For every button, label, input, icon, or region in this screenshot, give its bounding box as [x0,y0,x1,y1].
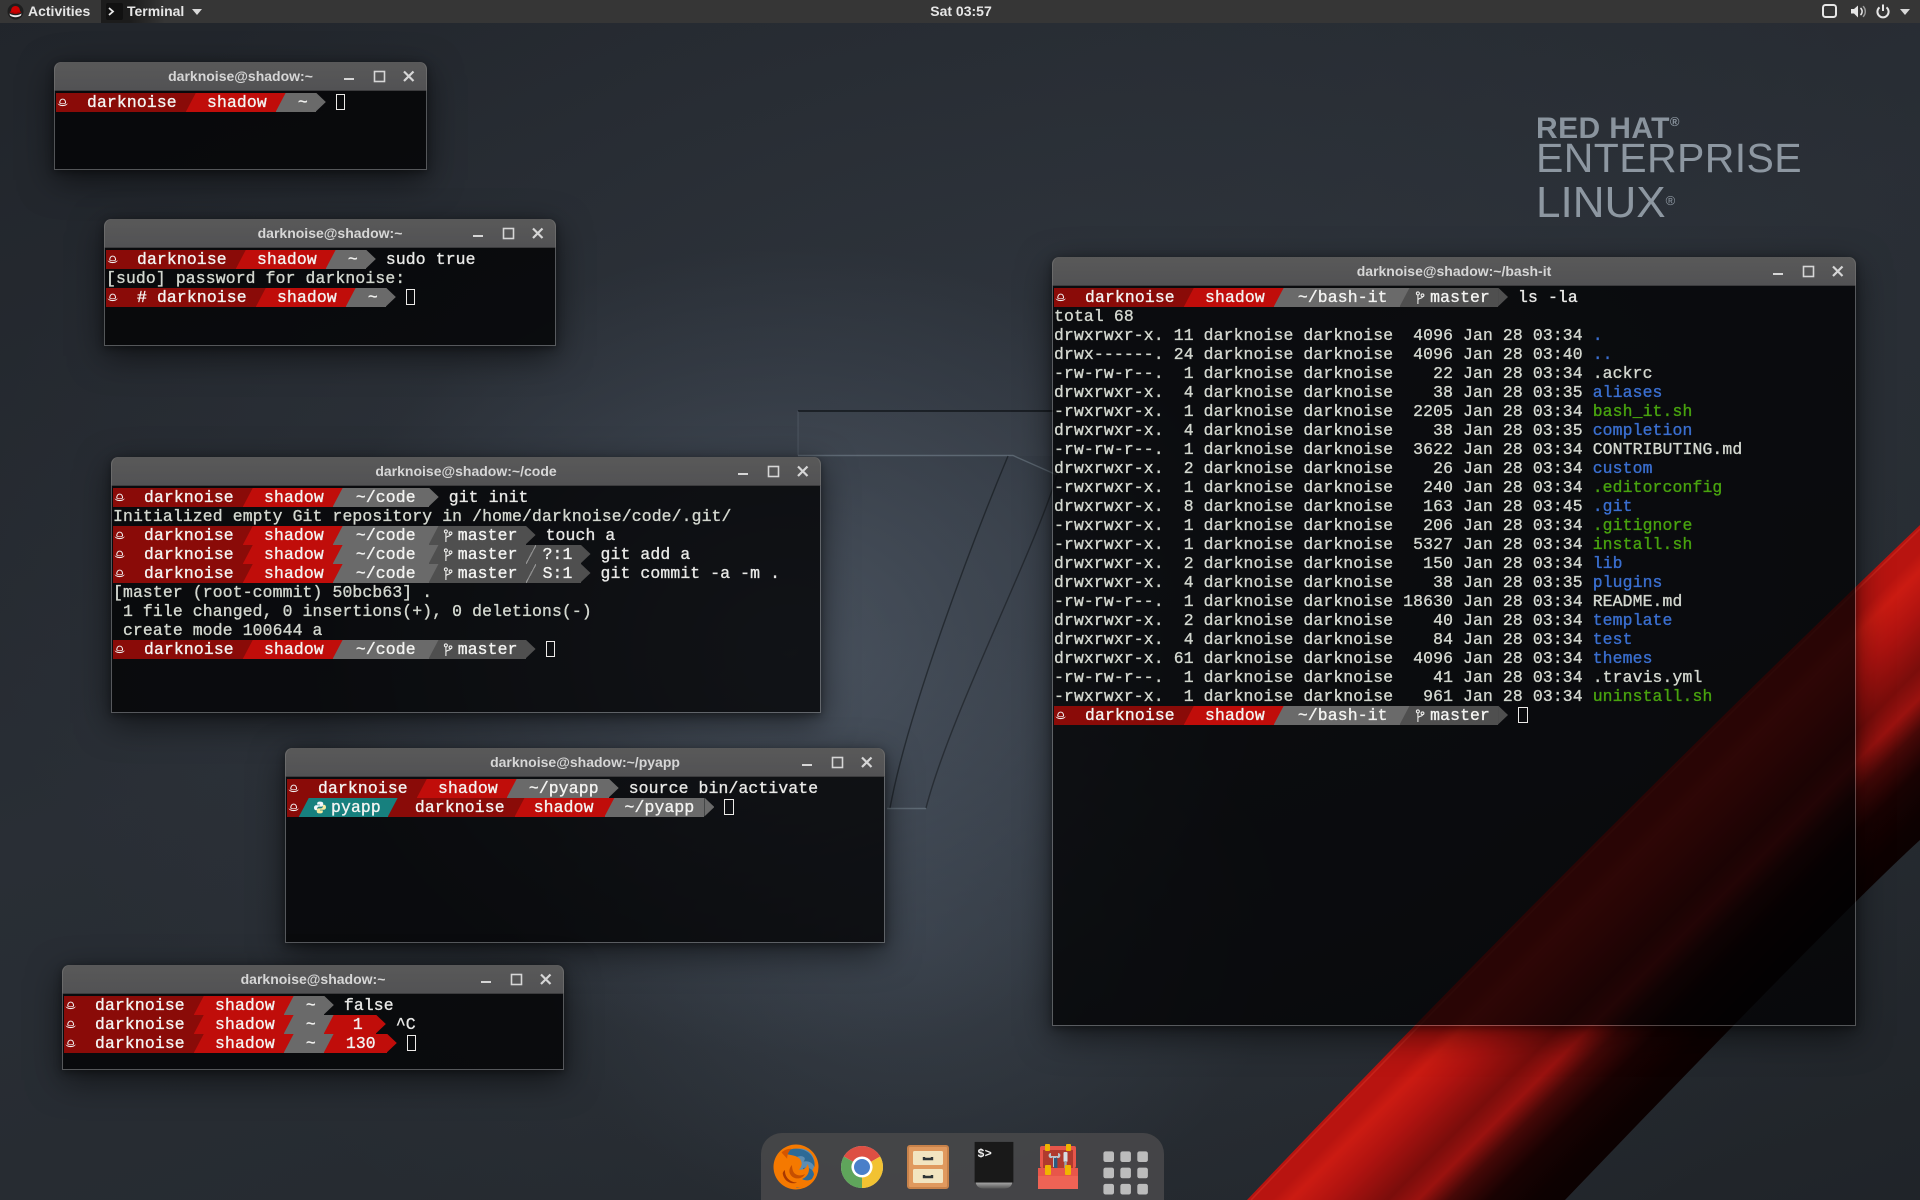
svg-text:$>: $> [977,1147,991,1161]
